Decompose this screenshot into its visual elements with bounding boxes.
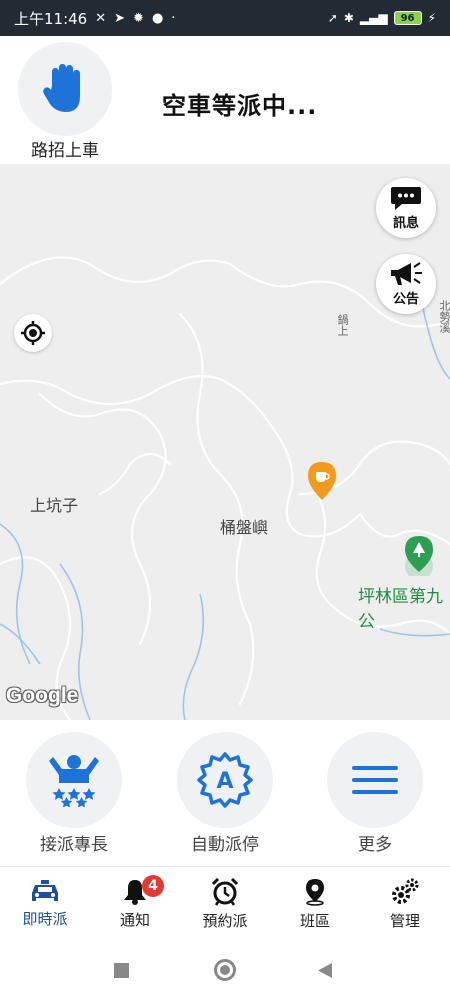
star-driver-icon [49,755,99,807]
home-icon[interactable] [214,959,236,981]
map-label-road: 鍋上 [336,314,349,336]
tab-management-label: 管理 [389,911,420,930]
auto-dispatch-button[interactable]: A 自動派停 [165,732,285,855]
gears-icon [392,878,419,904]
menu-icon [352,766,398,794]
specialty-button[interactable]: 接派專長 [14,732,134,855]
tab-management[interactable]: 管理 [360,867,450,941]
messages-label: 訊息 [392,216,419,231]
map-label-shangkengzi: 上坑子 [30,496,79,515]
bottom-navigation: 即時派 4 通知 預約派 班區 管理 [0,866,450,940]
system-navigation-bar [0,940,450,1000]
cafe-pin-icon [308,462,336,500]
hand-icon [43,64,80,112]
tab-reservation-dispatch[interactable]: 預約派 [180,867,270,941]
status-time: 上午11:46 [14,9,88,28]
mute-icon: ✕ [95,10,107,26]
action-row: 接派專長 A 自動派停 更多 [0,720,450,866]
dispatch-status-title: 空車等派中... [162,92,318,120]
tab-instant-dispatch[interactable]: 即時派 [0,867,90,941]
svg-text:A: A [216,769,233,794]
recents-icon[interactable] [114,963,129,978]
chat-bubble-icon [391,187,421,210]
map-label-north: 北勢溪 [438,300,450,333]
map-label-pinglin: 坪林區第九公 [358,587,443,632]
chat-icon: ● [151,10,164,26]
tab-instant-dispatch-label: 即時派 [22,909,68,928]
status-icons-right: ➚ ✱ ▂▄▆ 96 ⚡ [328,11,436,25]
specialty-label: 接派專長 [40,835,108,855]
tab-notifications-label: 通知 [119,910,150,929]
my-location-button[interactable] [14,314,52,352]
telegram-icon: ➤ [114,10,126,26]
back-icon[interactable] [317,962,333,979]
megaphone-icon [391,262,422,285]
charging-icon: ⚡ [427,11,436,25]
map-roads [0,256,450,720]
signal-icon: ▂▄▆ [359,11,388,25]
notification-badge: 4 [142,875,164,897]
header: 路招上車 空車等派中... [0,36,450,164]
battery-icon: 96 [393,11,422,25]
more-button[interactable]: 更多 [315,732,435,855]
status-bar: 上午11:46 ✕ ➤ ✹ ● · ➚ ✱ ▂▄▆ 96 ⚡ [0,0,450,36]
tab-zone-label: 班區 [299,911,330,930]
google-logo: Google [6,684,79,707]
auto-dispatch-label: 自動派停 [191,835,259,855]
park-pin-icon [405,536,433,576]
tab-notifications[interactable]: 4 通知 [90,867,180,941]
more-label: 更多 [358,835,392,855]
taxi-icon [32,879,58,901]
bluetooth-icon: ✱ [343,11,354,25]
hail-button[interactable] [18,42,112,136]
announcement-button[interactable]: 公告 [376,254,436,314]
tab-zone[interactable]: 班區 [270,867,360,941]
settings-icon: ✹ [133,10,144,26]
auto-gear-icon: A [197,752,253,808]
announcement-label: 公告 [392,292,419,307]
map-label-tongpanyu: 桶盤嶼 [220,518,269,537]
dot-icon: · [171,10,176,26]
map-view[interactable]: 訊息 公告 鍋上 北勢溪 上坑子 桶盤嶼 坪林區第九公 Google [0,164,450,720]
crosshair-icon [21,321,45,345]
tab-reservation-label: 預約派 [202,911,248,930]
hail-label: 路招上車 [31,141,99,161]
location-icon: ➚ [327,11,338,25]
status-icons-left: ✕ ➤ ✹ ● · [95,11,175,26]
alarm-clock-icon [211,877,239,906]
messages-button[interactable]: 訊息 [376,178,436,238]
map-pin-icon [306,878,324,906]
